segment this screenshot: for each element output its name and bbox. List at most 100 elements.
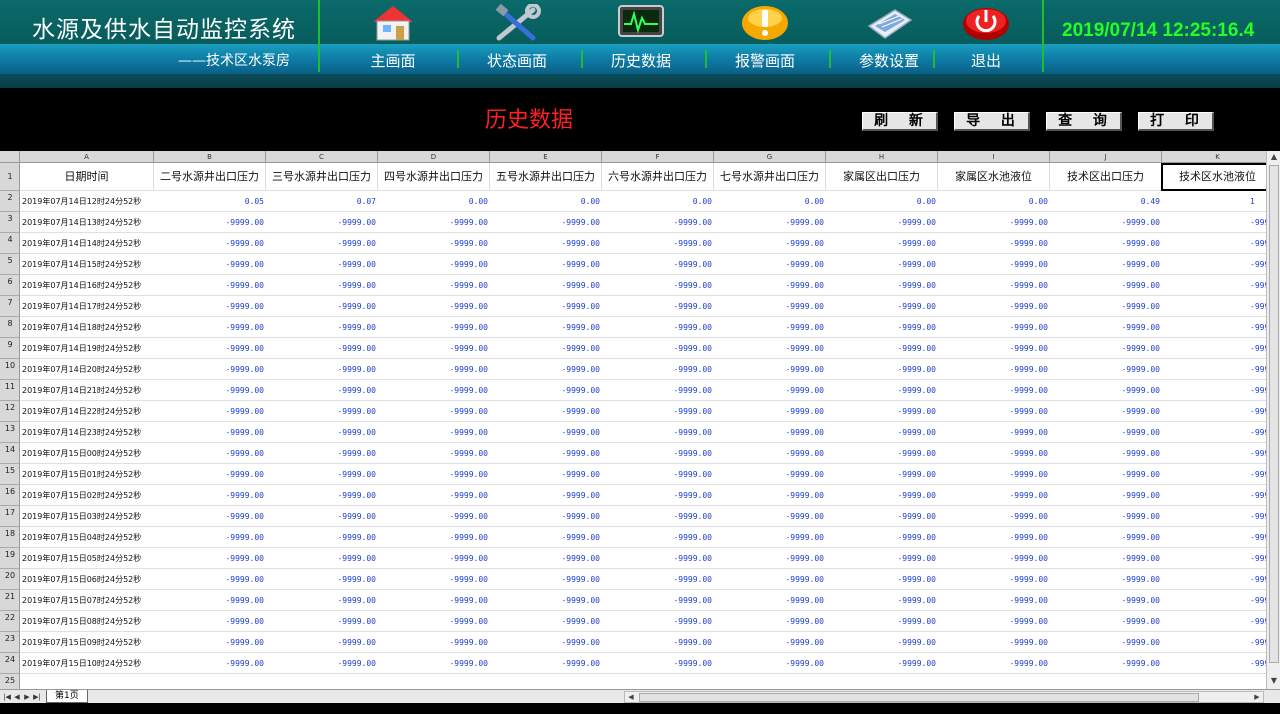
value-cell[interactable]: -9999.00	[490, 590, 602, 611]
value-cell[interactable]: -9999.00	[938, 254, 1050, 275]
value-cell[interactable]: -9999.00	[266, 212, 378, 233]
value-cell[interactable]: -9999.00	[938, 590, 1050, 611]
value-cell[interactable]: -9999.00	[1050, 401, 1162, 422]
value-cell[interactable]: -9999.00	[378, 653, 490, 674]
value-cell[interactable]: -9999.00	[154, 464, 266, 485]
value-cell[interactable]: -9999.00	[154, 275, 266, 296]
value-cell[interactable]: -9999.00	[378, 359, 490, 380]
value-cell[interactable]: -9999.00	[826, 611, 938, 632]
row-number[interactable]: 23	[0, 632, 20, 653]
value-cell[interactable]: -9999.00	[154, 485, 266, 506]
value-cell[interactable]: -999	[1162, 527, 1266, 548]
value-cell[interactable]: -9999.00	[154, 233, 266, 254]
value-cell[interactable]: -9999.00	[602, 380, 714, 401]
value-cell[interactable]: -9999.00	[490, 548, 602, 569]
value-cell[interactable]: -9999.00	[826, 590, 938, 611]
value-cell[interactable]: -9999.00	[714, 275, 826, 296]
value-cell[interactable]: 0.07	[266, 191, 378, 212]
scroll-left-icon[interactable]: ◀	[625, 692, 637, 702]
value-cell[interactable]: -9999.00	[490, 611, 602, 632]
value-cell[interactable]: -9999.00	[1050, 233, 1162, 254]
value-cell[interactable]: -9999.00	[714, 296, 826, 317]
value-cell[interactable]: -9999.00	[154, 296, 266, 317]
row-number[interactable]: 10	[0, 359, 20, 380]
value-cell[interactable]: -9999.00	[826, 401, 938, 422]
value-cell[interactable]: 0.00	[490, 191, 602, 212]
value-cell[interactable]: -9999.00	[826, 296, 938, 317]
value-cell[interactable]: -9999.00	[826, 233, 938, 254]
column-letter-a[interactable]: A	[20, 151, 154, 163]
datetime-cell[interactable]: 2019年07月14日23时24分52秒	[20, 422, 154, 443]
value-cell[interactable]: -999	[1162, 569, 1266, 590]
value-cell[interactable]: -9999.00	[938, 632, 1050, 653]
row-number[interactable]: 7	[0, 296, 20, 317]
value-cell[interactable]: -9999.00	[154, 548, 266, 569]
value-cell[interactable]: -9999.00	[714, 401, 826, 422]
column-header-cell[interactable]: 家属区出口压力	[826, 163, 938, 191]
value-cell[interactable]: -9999.00	[154, 443, 266, 464]
row-number[interactable]: 22	[0, 611, 20, 632]
value-cell[interactable]: -9999.00	[938, 611, 1050, 632]
value-cell[interactable]: -9999.00	[266, 653, 378, 674]
value-cell[interactable]: -9999.00	[602, 632, 714, 653]
value-cell[interactable]: -9999.00	[714, 380, 826, 401]
value-cell[interactable]: -9999.00	[266, 548, 378, 569]
value-cell[interactable]: -9999.00	[602, 653, 714, 674]
value-cell[interactable]: -9999.00	[378, 548, 490, 569]
value-cell[interactable]: -9999.00	[1050, 254, 1162, 275]
row-number[interactable]: 9	[0, 338, 20, 359]
value-cell[interactable]: -9999.00	[1050, 527, 1162, 548]
value-cell[interactable]: -999	[1162, 212, 1266, 233]
query-button[interactable]: 查 询	[1046, 112, 1122, 131]
column-letter-b[interactable]: B	[154, 151, 266, 163]
value-cell[interactable]: -9999.00	[1050, 464, 1162, 485]
value-cell[interactable]: -999	[1162, 422, 1266, 443]
value-cell[interactable]: -9999.00	[826, 653, 938, 674]
scroll-right-icon[interactable]: ▶	[1251, 692, 1263, 702]
value-cell[interactable]: -9999.00	[602, 506, 714, 527]
value-cell[interactable]: -9999.00	[714, 317, 826, 338]
column-letter-f[interactable]: F	[602, 151, 714, 163]
value-cell[interactable]: -9999.00	[602, 359, 714, 380]
value-cell[interactable]: -9999.00	[154, 527, 266, 548]
value-cell[interactable]: -9999.00	[266, 275, 378, 296]
datetime-cell[interactable]: 2019年07月14日20时24分52秒	[20, 359, 154, 380]
value-cell[interactable]: -9999.00	[826, 569, 938, 590]
value-cell[interactable]: -9999.00	[714, 422, 826, 443]
row-number[interactable]: 15	[0, 464, 20, 485]
value-cell[interactable]: -9999.00	[602, 317, 714, 338]
value-cell[interactable]: -999	[1162, 485, 1266, 506]
datetime-cell[interactable]: 2019年07月14日15时24分52秒	[20, 254, 154, 275]
value-cell[interactable]: -999	[1162, 317, 1266, 338]
value-cell[interactable]: -9999.00	[378, 464, 490, 485]
value-cell[interactable]: -9999.00	[1050, 338, 1162, 359]
value-cell[interactable]: -9999.00	[938, 275, 1050, 296]
value-cell[interactable]: -9999.00	[378, 422, 490, 443]
value-cell[interactable]: -9999.00	[938, 569, 1050, 590]
export-button[interactable]: 导 出	[954, 112, 1030, 131]
value-cell[interactable]: -9999.00	[266, 527, 378, 548]
value-cell[interactable]: -9999.00	[1050, 380, 1162, 401]
sheet-tab[interactable]: 第1页	[46, 690, 88, 703]
value-cell[interactable]: -9999.00	[938, 485, 1050, 506]
value-cell[interactable]: -9999.00	[602, 485, 714, 506]
value-cell[interactable]: -9999.00	[826, 275, 938, 296]
value-cell[interactable]: -999	[1162, 359, 1266, 380]
datetime-cell[interactable]: 2019年07月14日12时24分52秒	[20, 191, 154, 212]
value-cell[interactable]: -9999.00	[602, 548, 714, 569]
value-cell[interactable]: -9999.00	[714, 653, 826, 674]
row-number[interactable]: 16	[0, 485, 20, 506]
select-all-corner[interactable]	[0, 151, 20, 163]
value-cell[interactable]: -9999.00	[154, 632, 266, 653]
datetime-cell[interactable]: 2019年07月15日09时24分52秒	[20, 632, 154, 653]
value-cell[interactable]: -9999.00	[826, 338, 938, 359]
value-cell[interactable]: -9999.00	[602, 275, 714, 296]
value-cell[interactable]: -9999.00	[490, 401, 602, 422]
last-sheet-icon[interactable]: ▶|	[32, 691, 42, 703]
value-cell[interactable]: -9999.00	[938, 296, 1050, 317]
column-header-cell[interactable]: 三号水源井出口压力	[266, 163, 378, 191]
value-cell[interactable]: -9999.00	[602, 233, 714, 254]
refresh-button[interactable]: 刷 新	[862, 112, 938, 131]
value-cell[interactable]: 0.00	[602, 191, 714, 212]
row-number[interactable]: 19	[0, 548, 20, 569]
